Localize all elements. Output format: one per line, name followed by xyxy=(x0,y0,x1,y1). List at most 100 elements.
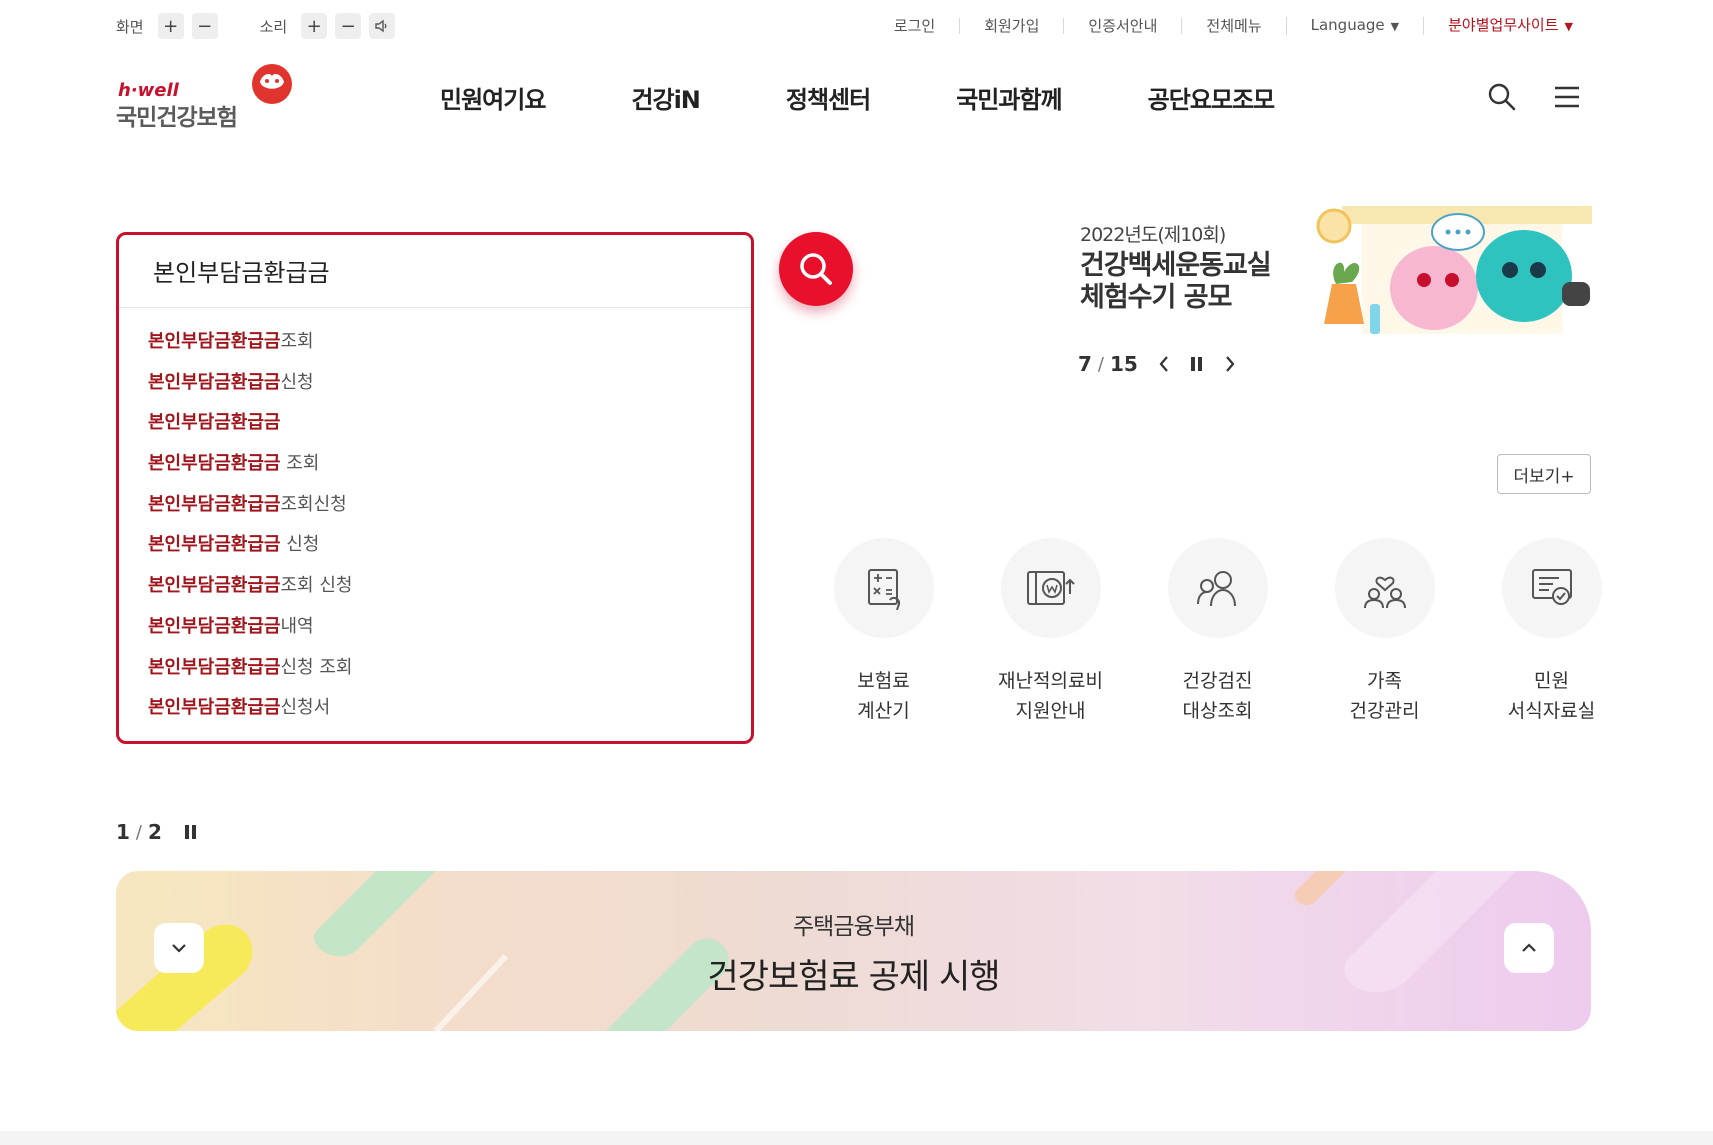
autocomplete-match: 본인부담금환급금 xyxy=(148,615,281,637)
quick-label: 서식자료실 xyxy=(1507,700,1596,722)
bottom-banner-current: 1 xyxy=(116,820,130,844)
autocomplete-rest: 조회 xyxy=(280,453,320,475)
autocomplete-rest: 조회신청 xyxy=(280,493,347,515)
banner-current: 7 xyxy=(1078,352,1092,376)
language-label: Language xyxy=(1310,16,1385,34)
chevron-right-icon[interactable] xyxy=(1224,355,1236,373)
autocomplete-item[interactable]: 본인부담금환급금신청 조회 xyxy=(119,648,751,689)
more-button[interactable]: 더보기+ xyxy=(1497,454,1591,494)
autocomplete-rest: 조회 신청 xyxy=(280,575,353,597)
money-support-icon xyxy=(1000,538,1101,638)
autocomplete-match: 본인부담금환급금 xyxy=(148,331,281,352)
banner-sep: / xyxy=(1097,353,1104,375)
quick-label: 재난적의료비 xyxy=(998,670,1103,692)
quick-item-catastrophic-medical[interactable]: 재난적의료비지원안내 xyxy=(967,538,1134,726)
all-menu-link[interactable]: 전체메뉴 xyxy=(1181,18,1285,34)
autocomplete-rest: 신청 xyxy=(280,371,314,393)
quick-label: 가족 xyxy=(1367,670,1402,692)
caret-down-icon: ▼ xyxy=(1390,20,1400,33)
banner-total: 15 xyxy=(1110,352,1138,376)
banner-illustration xyxy=(1316,206,1592,334)
language-dropdown[interactable]: Language ▼ xyxy=(1285,16,1424,35)
quick-item-health-checkup[interactable]: 건강검진대상조회 xyxy=(1134,538,1301,726)
certificate-guide-link[interactable]: 인증서안내 xyxy=(1063,18,1181,34)
autocomplete-match: 본인부담금환급금 xyxy=(148,453,281,475)
autocomplete-item[interactable]: 본인부담금환급금내역 xyxy=(119,607,751,648)
business-site-label: 분야별업무사이트 xyxy=(1448,16,1559,34)
quick-label: 계산기 xyxy=(857,700,910,722)
autocomplete-match: 본인부담금환급금 xyxy=(148,371,281,393)
banner-title[interactable]: 건강백세운동교실 체험수기 공모 xyxy=(1080,250,1272,314)
autocomplete-item[interactable]: 본인부담금환급금 조회 xyxy=(119,444,751,485)
autocomplete-item[interactable]: 본인부담금환급금 신청 xyxy=(119,525,751,566)
search-panel: 본인부담금환급금 본인부담금환급금조회 본인부담금환급금신청 본인부담금환급금 본인부… xyxy=(116,232,754,744)
autocomplete-rest: 내역 xyxy=(280,615,314,637)
quick-label: 민원 xyxy=(1534,670,1569,692)
accessibility-controls: 화면 + − 소리 + − xyxy=(116,13,396,39)
autocomplete-list: 본인부담금환급금조회 본인부담금환급금신청 본인부담금환급금 본인부담금환급금 조회 본… xyxy=(119,308,751,729)
bottom-banner-total: 2 xyxy=(148,820,162,844)
bottom-banner-sep: / xyxy=(135,821,142,843)
autocomplete-match: 본인부담금환급금 xyxy=(148,575,281,597)
checkup-search-icon xyxy=(1167,538,1268,638)
quick-item-family-health[interactable]: 가족 건강관리 xyxy=(1301,538,1468,726)
autocomplete-item[interactable]: 본인부담금환급금 xyxy=(119,403,751,444)
footer-strip xyxy=(0,1131,1713,1145)
sound-label: 소리 xyxy=(259,17,288,36)
nav-item-about[interactable]: 공단요모조모 xyxy=(1148,80,1275,115)
autocomplete-match: 본인부담금환급금 xyxy=(148,534,281,556)
quick-label: 지원안내 xyxy=(1015,700,1086,722)
quick-label: 건강검진 xyxy=(1182,670,1253,692)
banner-next-button[interactable] xyxy=(1504,923,1554,973)
autocomplete-rest: 조회 xyxy=(280,331,314,352)
quick-label: 대상조회 xyxy=(1182,700,1253,722)
pause-icon[interactable] xyxy=(1190,356,1204,372)
nav-item-health-in[interactable]: 건강iN xyxy=(631,80,700,115)
speaker-icon[interactable] xyxy=(369,13,396,39)
screen-zoom-in-button[interactable]: + xyxy=(157,13,184,39)
quick-label: 보험료 xyxy=(857,670,910,692)
sound-up-button[interactable]: + xyxy=(301,13,328,39)
chevron-left-icon[interactable] xyxy=(1158,355,1170,373)
banner-pager: 7 / 15 xyxy=(1078,352,1236,376)
business-site-dropdown[interactable]: 분야별업무사이트 ▼ xyxy=(1423,17,1597,35)
autocomplete-rest: 신청 xyxy=(280,534,320,556)
search-icon xyxy=(800,253,832,285)
calculator-icon xyxy=(833,538,934,638)
autocomplete-match: 본인부담금환급금 xyxy=(148,493,281,515)
autocomplete-match: 본인부담금환급금 xyxy=(148,697,281,719)
banner-title-line1: 건강백세운동교실 xyxy=(1080,250,1272,281)
search-input[interactable]: 본인부담금환급금 xyxy=(119,235,751,308)
nav-item-civil[interactable]: 민원여기요 xyxy=(440,80,546,115)
autocomplete-item[interactable]: 본인부담금환급금조회 xyxy=(119,322,751,363)
signup-link[interactable]: 회원가입 xyxy=(959,18,1063,34)
bottom-banner-pager: 1 / 2 xyxy=(116,820,198,844)
sound-down-button[interactable]: − xyxy=(335,13,362,39)
logo-name: 국민건강보험 xyxy=(116,105,238,131)
autocomplete-item[interactable]: 본인부담금환급금신청서 xyxy=(119,688,751,729)
autocomplete-match: 본인부담금환급금 xyxy=(148,412,281,434)
quick-item-premium-calculator[interactable]: 보험료계산기 xyxy=(800,538,967,726)
autocomplete-item[interactable]: 본인부담금환급금신청 xyxy=(119,363,751,404)
bottom-banner-line1: 주택금융부채 xyxy=(793,914,915,940)
caret-down-icon: ▼ xyxy=(1564,20,1573,33)
autocomplete-item[interactable]: 본인부담금환급금조회 신청 xyxy=(119,566,751,607)
screen-label: 화면 xyxy=(116,17,144,36)
menu-icon[interactable] xyxy=(1552,82,1582,112)
autocomplete-rest: 신청서 xyxy=(280,697,331,719)
utility-links: 로그인 회원가입 인증서안내 전체메뉴 Language ▼ 분야별업무사이트 ▼ xyxy=(870,17,1597,35)
search-button[interactable] xyxy=(779,232,853,306)
banner-prev-button[interactable] xyxy=(154,923,204,973)
bottom-banner[interactable]: 주택금융부채 건강보험료 공제 시행 xyxy=(116,871,1591,1031)
search-icon[interactable] xyxy=(1487,82,1517,112)
pause-icon[interactable] xyxy=(184,824,198,840)
quick-item-civil-forms[interactable]: 민원서식자료실 xyxy=(1468,538,1635,726)
login-link[interactable]: 로그인 xyxy=(870,18,959,34)
nav-item-together[interactable]: 국민과함께 xyxy=(956,80,1062,115)
banner-subtitle: 2022년도(제10회) xyxy=(1080,224,1226,246)
site-logo[interactable]: h·well 국민건강보험 xyxy=(116,62,296,131)
screen-zoom-out-button[interactable]: − xyxy=(191,13,218,39)
nav-item-policy[interactable]: 정책센터 xyxy=(786,80,871,115)
banner-title-line2: 체험수기 공모 xyxy=(1080,282,1232,313)
autocomplete-item[interactable]: 본인부담금환급금조회신청 xyxy=(119,485,751,526)
